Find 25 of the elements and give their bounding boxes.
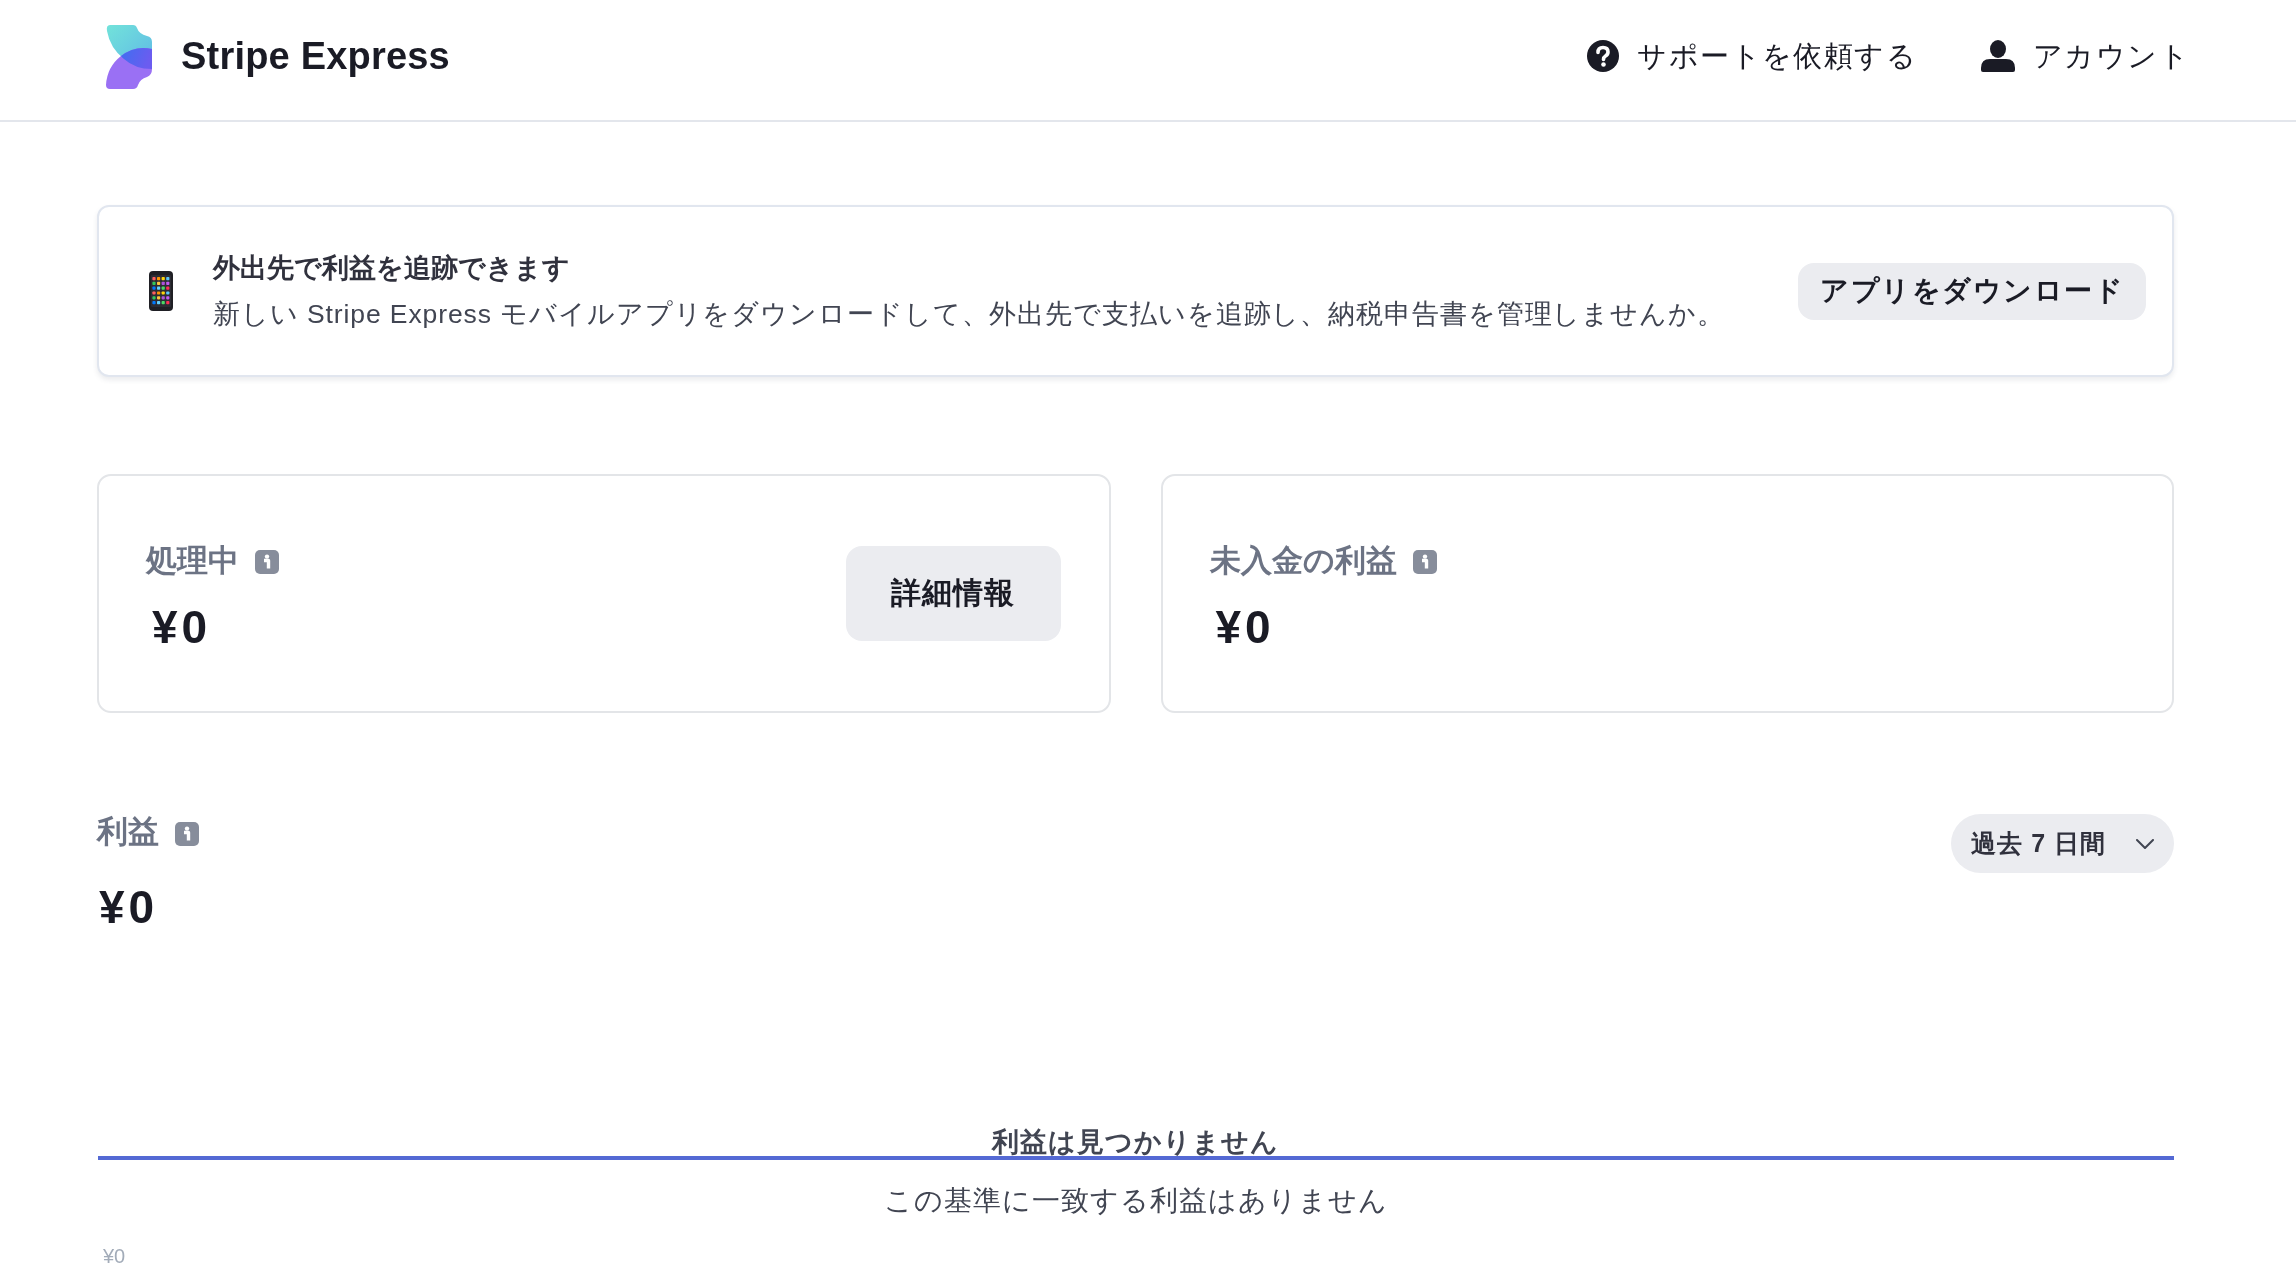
earnings-label: 利益 (97, 813, 159, 851)
banner-description: 新しい Stripe Express モバイルアプリをダウンロードして、外出先で支払いを追跡し、納税申告書を管理しませんか。 (213, 298, 1725, 331)
info-icon[interactable] (1412, 549, 1437, 574)
account-link[interactable]: アカウント (1981, 37, 2190, 75)
empty-state-title: 利益は見つかりません (992, 1126, 1279, 1159)
info-icon[interactable] (175, 822, 199, 846)
balance-amount: ¥0 (151, 600, 212, 653)
empty-state-message: この基準に一致する利益はありません (883, 1184, 1388, 1218)
details-button[interactable]: 詳細情報 (845, 546, 1061, 641)
info-icon[interactable] (255, 549, 279, 574)
phone-icon (149, 271, 173, 311)
help-icon (1587, 40, 1620, 72)
download-app-button[interactable]: アプリをダウンロード (1798, 262, 2146, 320)
support-link[interactable]: サポートを依頼する (1587, 37, 1917, 75)
axis-label: ¥0 (103, 1245, 126, 1267)
period-dropdown[interactable]: 過去 7 日間 (1951, 814, 2174, 873)
balance-amount: ¥0 (1214, 600, 1275, 653)
banner-title: 外出先で利益を追跡できます (213, 252, 570, 285)
earnings-amount: ¥0 (98, 881, 159, 933)
chevron-down-icon (2136, 838, 2154, 849)
person-icon (1981, 40, 2015, 72)
brand-name: Stripe Express (181, 34, 450, 78)
balance-label: 未入金の利益 (1209, 541, 1397, 580)
balance-label: 処理中 (146, 541, 239, 580)
logo-icon (105, 25, 153, 89)
